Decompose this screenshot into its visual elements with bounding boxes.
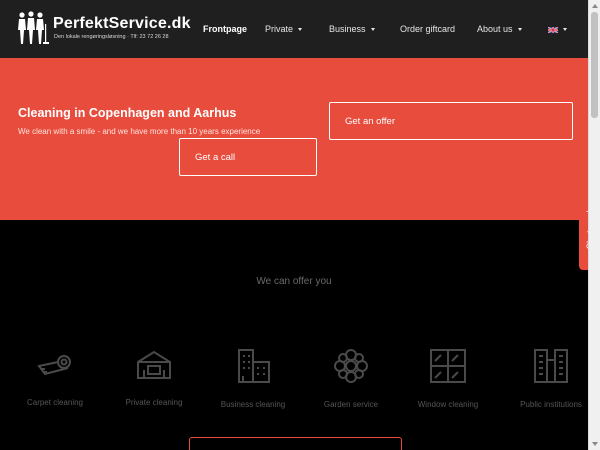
scroll-up-icon[interactable] xyxy=(592,4,598,8)
service-label: Carpet cleaning xyxy=(26,398,84,407)
flower-icon xyxy=(334,349,368,383)
institution-icon xyxy=(534,349,568,383)
service-business-cleaning[interactable]: Business cleaning xyxy=(208,348,298,409)
page-scrollbar[interactable] xyxy=(588,0,600,450)
nav-frontpage[interactable]: Frontpage xyxy=(203,0,247,58)
service-label: Garden service xyxy=(323,400,379,409)
chevron-down-icon xyxy=(370,28,375,32)
services-title: We can offer you xyxy=(256,276,332,287)
logo-figures-icon xyxy=(18,11,49,44)
chevron-down-icon xyxy=(563,28,567,32)
carpet-icon xyxy=(37,355,71,376)
hero-title: Cleaning in Copenhagen and Aarhus xyxy=(18,106,237,120)
chevron-down-icon xyxy=(298,28,303,32)
office-building-icon xyxy=(238,349,270,383)
service-label: Public institutions xyxy=(520,400,582,409)
service-label: Window cleaning xyxy=(417,400,479,409)
scroll-down-icon[interactable] xyxy=(592,442,598,446)
service-window-cleaning[interactable]: Window cleaning xyxy=(403,348,493,409)
nav-business-label: Business xyxy=(329,24,366,34)
nav-about-us[interactable]: About us xyxy=(477,0,522,58)
service-garden-service[interactable]: Garden service xyxy=(306,348,396,409)
nav-order-giftcard[interactable]: Order giftcard xyxy=(400,0,455,58)
nav-business[interactable]: Business xyxy=(329,0,375,58)
chevron-down-icon xyxy=(517,28,522,32)
window-icon xyxy=(430,349,466,383)
hero-section: Cleaning in Copenhagen and Aarhus We cle… xyxy=(0,58,588,220)
service-public-institutions[interactable]: Public institutions xyxy=(506,348,596,409)
nav-language[interactable] xyxy=(548,0,567,58)
get-offer-button[interactable]: Get an offer xyxy=(329,102,573,140)
site-logo[interactable]: PerfektService.dk Den lokale rengøringsl… xyxy=(16,10,191,48)
uk-flag-icon xyxy=(548,26,558,33)
service-private-cleaning[interactable]: Private cleaning xyxy=(109,348,199,407)
service-label: Business cleaning xyxy=(220,400,286,409)
nav-private[interactable]: Private xyxy=(265,0,303,58)
brand-name: PerfektService.dk xyxy=(53,15,191,32)
brand-tagline: Den lokale rengøringsløsning · Tlf: 23 7… xyxy=(54,34,169,40)
nav-about-us-label: About us xyxy=(477,24,513,34)
service-label: Private cleaning xyxy=(125,398,183,407)
bottom-cta-button[interactable] xyxy=(189,437,402,450)
nav-order-giftcard-label: Order giftcard xyxy=(400,24,456,34)
nav-frontpage-label: Frontpage xyxy=(203,24,247,34)
get-call-button[interactable]: Get a call xyxy=(179,138,317,176)
nav-private-label: Private xyxy=(265,24,294,34)
house-icon xyxy=(137,350,171,379)
service-carpet-cleaning[interactable]: Carpet cleaning xyxy=(10,348,100,407)
scrollbar-thumb[interactable] xyxy=(591,12,598,118)
hero-subtitle: We clean with a smile - and we have more… xyxy=(18,127,261,136)
site-header: PerfektService.dk Den lokale rengøringsl… xyxy=(0,0,588,58)
